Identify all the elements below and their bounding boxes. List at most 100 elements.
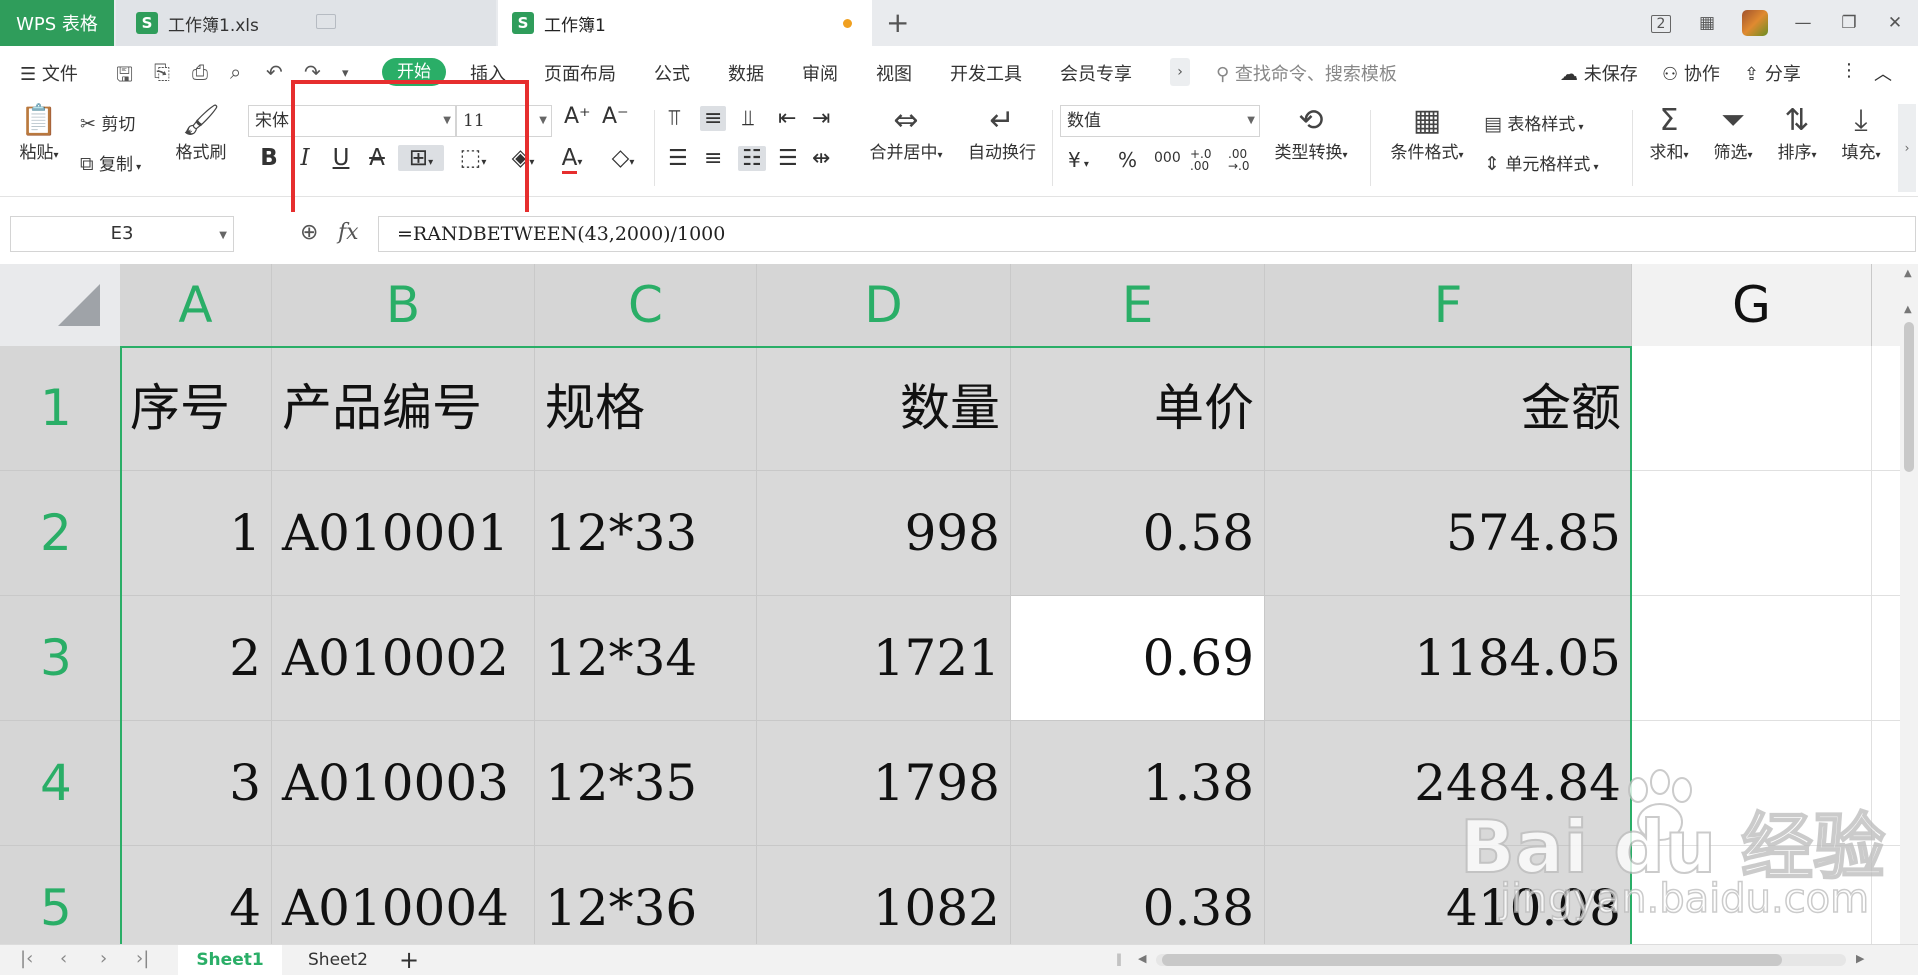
menu-tab-data[interactable]: 数据 — [728, 60, 764, 86]
app-tab[interactable]: WPS 表格 — [0, 0, 114, 46]
percent-format-button[interactable]: % — [1118, 148, 1137, 172]
cell-a5[interactable]: 4 — [120, 846, 272, 944]
cell-g5[interactable] — [1632, 846, 1872, 944]
more-options-icon[interactable]: ⋮ — [1840, 60, 1858, 81]
sheet-tab-sheet1[interactable]: Sheet1 — [178, 945, 282, 975]
cell-e4[interactable]: 1.38 — [1011, 721, 1265, 846]
cell-d1[interactable]: 数量 — [757, 346, 1011, 471]
file-menu[interactable]: ☰ 文件 — [20, 60, 78, 86]
column-header-e[interactable]: E — [1011, 264, 1265, 346]
cell-d2[interactable]: 998 — [757, 471, 1011, 596]
export-pdf-icon[interactable]: ⎘ — [154, 60, 170, 84]
cell-f4[interactable]: 2484.84 — [1265, 721, 1632, 846]
row-header-5[interactable]: 5 — [0, 846, 120, 944]
prev-sheet-icon[interactable]: ‹ — [60, 948, 67, 969]
sheet-tab-sheet2[interactable]: Sheet2 — [286, 945, 390, 975]
column-header-a[interactable]: A — [120, 264, 272, 346]
print-preview-icon[interactable]: ⌕ — [230, 60, 241, 84]
close-icon[interactable]: ✕ — [1872, 13, 1918, 33]
conditional-format-button[interactable]: ▦ 条件格式▾ — [1382, 104, 1472, 164]
cell-g1[interactable] — [1632, 346, 1872, 471]
increase-indent-icon[interactable]: ⇥ — [812, 106, 830, 131]
add-sheet-button[interactable]: + — [394, 945, 424, 975]
cloud-save-status[interactable]: ☁ 未保存 — [1560, 60, 1638, 86]
scroll-up-icon[interactable]: ▲ — [1904, 268, 1912, 279]
cell-b5[interactable]: A010004 — [272, 846, 535, 944]
format-painter-button[interactable]: 🖌 格式刷 — [170, 104, 232, 164]
scroll-left-icon[interactable]: ◀ — [1138, 952, 1146, 965]
splitter-handle-icon[interactable]: ‖ — [1116, 952, 1122, 966]
undo-icon[interactable]: ↶ — [266, 60, 283, 84]
cell-e3-active[interactable]: 0.69 — [1011, 596, 1265, 721]
menu-tab-view[interactable]: 视图 — [876, 60, 912, 86]
increase-decimal-button[interactable]: +.0 .00 — [1190, 148, 1218, 172]
cell-c4[interactable]: 12*35 — [535, 721, 757, 846]
cell-c3[interactable]: 12*34 — [535, 596, 757, 721]
cell-a2[interactable]: 1 — [120, 471, 272, 596]
clear-format-button[interactable]: ◇▾ — [602, 145, 644, 171]
collapse-ribbon-icon[interactable]: ︿ — [1874, 60, 1892, 86]
font-color-button[interactable]: A▾ — [552, 145, 592, 174]
vertical-scrollbar[interactable]: ▲ ▲ — [1900, 264, 1918, 944]
first-sheet-icon[interactable]: |‹ — [20, 948, 33, 969]
vertical-scroll-thumb[interactable] — [1904, 322, 1914, 472]
print-icon[interactable]: ⎙ — [192, 60, 208, 84]
sort-button[interactable]: ⇅ 排序▾ — [1768, 104, 1826, 164]
filter-button[interactable]: ⏷ 筛选▾ — [1704, 104, 1762, 164]
decrease-indent-icon[interactable]: ⇤ — [778, 106, 796, 131]
cell-f2[interactable]: 574.85 — [1265, 471, 1632, 596]
align-bottom-icon[interactable]: ⫫ — [742, 106, 754, 131]
next-sheet-icon[interactable]: › — [100, 948, 107, 969]
cell-a4[interactable]: 3 — [120, 721, 272, 846]
document-tab-active[interactable]: S 工作簿1 — [498, 0, 872, 46]
cell-c5[interactable]: 12*36 — [535, 846, 757, 944]
minimize-icon[interactable]: — — [1780, 13, 1826, 33]
paste-button[interactable]: 📋 粘贴▾ — [14, 104, 64, 164]
cell-g4[interactable] — [1632, 721, 1872, 846]
cell-b4[interactable]: A010003 — [272, 721, 535, 846]
cell-style-button[interactable]: ⇕ 单元格样式 ▾ — [1484, 150, 1599, 175]
fill-button[interactable]: ⤓ 填充▾ — [1832, 104, 1890, 164]
align-top-icon[interactable]: ⫪ — [668, 106, 680, 131]
thousands-separator-button[interactable]: 000 — [1154, 150, 1181, 166]
menu-tab-review[interactable]: 审阅 — [802, 60, 838, 86]
save-icon[interactable]: 🖫 — [116, 60, 133, 94]
cell-h3[interactable] — [1872, 596, 1900, 721]
insert-function-button[interactable]: fx — [338, 220, 359, 245]
column-header-b[interactable]: B — [272, 264, 535, 346]
share-button[interactable]: ⇪ 分享 — [1744, 60, 1801, 86]
formula-input[interactable]: =RANDBETWEEN(43,2000)/1000 — [378, 216, 1916, 252]
cell-f3[interactable]: 1184.05 — [1265, 596, 1632, 721]
cell-g3[interactable] — [1632, 596, 1872, 721]
cell-c1[interactable]: 规格 — [535, 346, 757, 471]
cell-h5[interactable] — [1872, 846, 1900, 944]
cell-c2[interactable]: 12*33 — [535, 471, 757, 596]
menu-tab-developer[interactable]: 开发工具 — [950, 60, 1022, 86]
column-header-f[interactable]: F — [1265, 264, 1632, 346]
restore-icon[interactable]: ❐ — [1826, 13, 1872, 33]
cell-f1[interactable]: 金额 — [1265, 346, 1632, 471]
scroll-up-icon[interactable]: ▲ — [1904, 304, 1912, 315]
ribbon-scroll-right-icon[interactable]: › — [1898, 104, 1916, 192]
avatar[interactable] — [1742, 10, 1768, 36]
cell-g2[interactable] — [1632, 471, 1872, 596]
increase-font-size-icon[interactable]: A⁺ — [564, 104, 591, 129]
customize-quick-access-icon[interactable]: ▾ — [342, 66, 349, 81]
column-header-c[interactable]: C — [535, 264, 757, 346]
decrease-decimal-button[interactable]: .00 →.0 — [1228, 148, 1256, 172]
menu-tab-page-layout[interactable]: 页面布局 — [544, 60, 616, 86]
column-header-d[interactable]: D — [757, 264, 1011, 346]
cell-a1[interactable]: 序号 — [120, 346, 272, 471]
scroll-right-icon[interactable]: ▶ — [1856, 952, 1864, 965]
command-search-input[interactable]: ⚲ 查找命令、搜索模板 — [1216, 60, 1397, 86]
cell-e2[interactable]: 0.58 — [1011, 471, 1265, 596]
cell-d4[interactable]: 1798 — [757, 721, 1011, 846]
cell-f5[interactable]: 410.08 — [1265, 846, 1632, 944]
horizontal-scroll-thumb[interactable] — [1162, 954, 1782, 966]
last-sheet-icon[interactable]: ›| — [136, 948, 149, 969]
column-header-g[interactable]: G — [1632, 264, 1872, 346]
decrease-font-size-icon[interactable]: A⁻ — [602, 104, 629, 129]
row-header-1[interactable]: 1 — [0, 346, 120, 471]
cell-h2[interactable] — [1872, 471, 1900, 596]
bold-button[interactable]: B — [254, 145, 284, 171]
